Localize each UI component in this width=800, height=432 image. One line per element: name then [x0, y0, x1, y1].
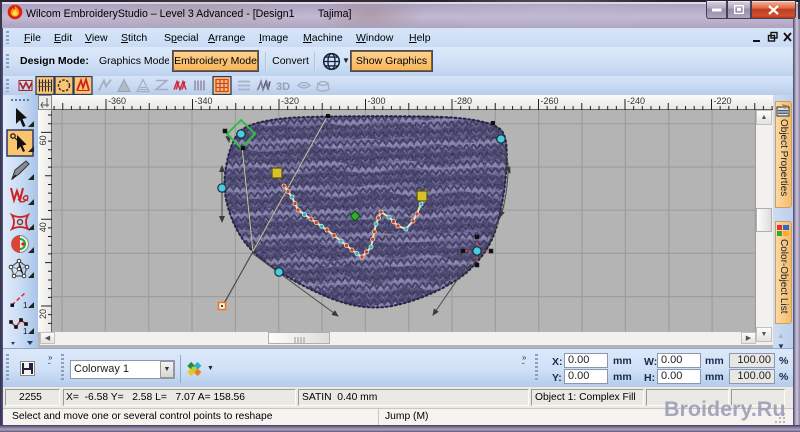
svg-text:1: 1 — [23, 327, 28, 336]
svg-text:-360: -360 — [108, 96, 126, 106]
svg-text:20: 20 — [38, 309, 48, 319]
svg-text:-220: -220 — [714, 96, 732, 106]
svg-text:-320: -320 — [281, 96, 299, 106]
svg-text:-260: -260 — [541, 96, 559, 106]
svg-text:-280: -280 — [454, 96, 472, 106]
svg-text:-240: -240 — [627, 96, 645, 106]
svg-text:-340: -340 — [195, 96, 213, 106]
svg-text:-300: -300 — [368, 96, 386, 106]
svg-text:1: 1 — [23, 301, 28, 310]
svg-text:3D: 3D — [276, 81, 290, 93]
svg-text:40: 40 — [38, 222, 48, 232]
svg-text:60: 60 — [38, 135, 48, 145]
